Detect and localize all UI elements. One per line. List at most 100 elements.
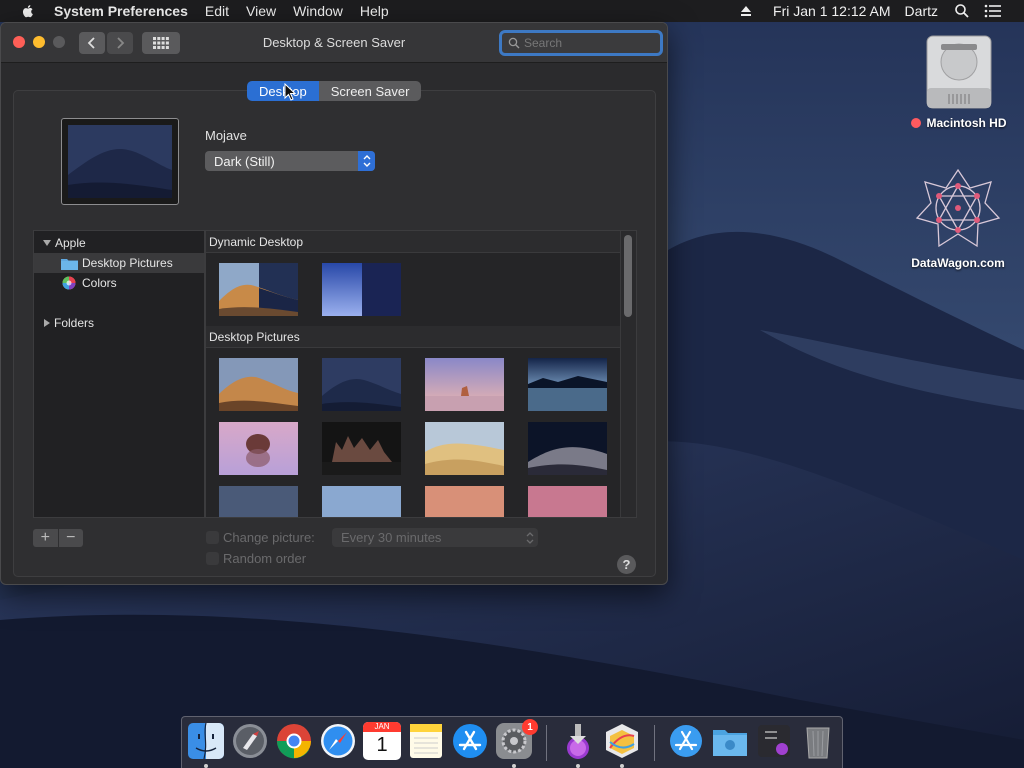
desktop-icon-macintosh-hd[interactable]: Macintosh HD bbox=[904, 32, 1014, 130]
thumbnail-partial-2[interactable] bbox=[322, 486, 401, 517]
thumbnail-rock-pink[interactable] bbox=[425, 358, 504, 411]
mojave-dark-thumbnail bbox=[68, 125, 172, 198]
change-picture-checkbox[interactable] bbox=[206, 531, 219, 544]
tab-screen-saver[interactable]: Screen Saver bbox=[318, 81, 422, 101]
calendar-month: JAN bbox=[363, 722, 401, 732]
tab-desktop[interactable]: Desktop bbox=[247, 81, 319, 101]
source-sidebar: Apple Desktop Pictures Colors Folders bbox=[33, 230, 205, 518]
thumbnail-mojave-dynamic[interactable] bbox=[219, 263, 298, 316]
menu-help[interactable]: Help bbox=[360, 3, 389, 19]
folder-icon bbox=[61, 258, 78, 270]
change-interval-select[interactable]: Every 30 minutes bbox=[332, 528, 538, 547]
desktop-icon-label: DataWagon.com bbox=[911, 256, 1005, 270]
change-interval-value: Every 30 minutes bbox=[341, 530, 442, 545]
running-indicator bbox=[620, 764, 624, 768]
running-indicator bbox=[576, 764, 580, 768]
wallpaper-preview bbox=[61, 118, 179, 205]
select-arrows-icon bbox=[358, 151, 375, 171]
thumbnail-tufa-night[interactable] bbox=[322, 422, 401, 475]
grapher-icon[interactable] bbox=[603, 722, 641, 760]
sidebar-item-colors[interactable]: Colors bbox=[34, 273, 204, 293]
menu-view[interactable]: View bbox=[246, 3, 276, 19]
picture-grid: Dynamic Desktop Desktop Pictures bbox=[205, 230, 637, 518]
random-order-label: Random order bbox=[223, 551, 307, 566]
apple-logo-icon[interactable] bbox=[20, 3, 36, 19]
spotlight-search-icon[interactable] bbox=[954, 3, 970, 19]
search-field[interactable] bbox=[499, 30, 663, 56]
thumbnail-dunes-light[interactable] bbox=[425, 422, 504, 475]
section-header-dynamic: Dynamic Desktop bbox=[206, 231, 622, 253]
search-icon bbox=[508, 37, 520, 49]
menu-user[interactable]: Dartz bbox=[905, 3, 938, 19]
running-indicator bbox=[204, 764, 208, 768]
running-indicator bbox=[512, 764, 516, 768]
select-arrows-icon bbox=[526, 532, 534, 544]
color-wheel-icon bbox=[62, 276, 76, 290]
sidebar-group-label: Folders bbox=[54, 316, 95, 330]
mouse-cursor-icon bbox=[284, 83, 296, 101]
launchpad-icon[interactable] bbox=[231, 722, 269, 760]
thumbnail-partial-1[interactable] bbox=[219, 486, 298, 517]
thumbnail-solar-gradients[interactable] bbox=[322, 263, 401, 316]
dock: JAN 1 1 bbox=[181, 716, 843, 768]
remove-folder-button[interactable]: − bbox=[59, 529, 84, 547]
section-header-desktop-pictures: Desktop Pictures bbox=[206, 326, 622, 348]
tab-bar: Desktop Screen Saver bbox=[247, 81, 422, 101]
wallpaper-mode-select[interactable]: Dark (Still) bbox=[205, 151, 375, 171]
sidebar-item-label: Desktop Pictures bbox=[82, 256, 173, 270]
app-store-icon[interactable] bbox=[451, 722, 489, 760]
disclosure-closed-icon[interactable] bbox=[43, 318, 51, 328]
sidebar-group-label: Apple bbox=[55, 236, 86, 250]
downloader-icon[interactable] bbox=[559, 722, 597, 760]
sidebar-group-folders[interactable]: Folders bbox=[34, 313, 204, 333]
hard-drive-icon bbox=[926, 35, 992, 109]
change-picture-label: Change picture: bbox=[223, 530, 315, 545]
thumbnail-coast-dusk[interactable] bbox=[528, 358, 607, 411]
wallpaper-mode-value: Dark (Still) bbox=[214, 153, 275, 169]
applications-folder-icon[interactable] bbox=[667, 722, 705, 760]
desktop-icon-label: Macintosh HD bbox=[926, 116, 1007, 130]
scrollbar-thumb[interactable] bbox=[624, 235, 632, 317]
utility-icon[interactable] bbox=[755, 722, 793, 760]
sidebar-group-apple[interactable]: Apple bbox=[34, 233, 204, 253]
dock-separator bbox=[654, 725, 655, 761]
dock-separator bbox=[546, 725, 547, 761]
thumbnail-mojave-day[interactable] bbox=[219, 358, 298, 411]
search-input[interactable] bbox=[524, 36, 654, 50]
disclosure-open-icon[interactable] bbox=[42, 239, 52, 247]
calendar-icon[interactable]: JAN 1 bbox=[363, 722, 401, 760]
help-button[interactable]: ? bbox=[617, 555, 636, 574]
thumbnail-partial-3[interactable] bbox=[425, 486, 504, 517]
random-order-checkbox[interactable] bbox=[206, 552, 219, 565]
menu-clock[interactable]: Fri Jan 1 12:12 AM bbox=[773, 3, 891, 19]
thumbnail-mojave-night[interactable] bbox=[322, 358, 401, 411]
scroll-track[interactable] bbox=[620, 231, 636, 517]
desktop-icon-datawagon[interactable]: DataWagon.com bbox=[903, 168, 1013, 270]
add-folder-button[interactable]: + bbox=[33, 529, 59, 547]
menu-app-name[interactable]: System Preferences bbox=[54, 3, 188, 19]
notes-icon[interactable] bbox=[407, 722, 445, 760]
notification-badge: 1 bbox=[522, 719, 538, 735]
system-preferences-window: Desktop & Screen Saver Desktop Screen Sa… bbox=[0, 22, 668, 585]
thumbnail-partial-4[interactable] bbox=[528, 486, 607, 517]
chrome-icon[interactable] bbox=[275, 722, 313, 760]
finder-icon[interactable] bbox=[187, 722, 225, 760]
sidebar-item-label: Colors bbox=[82, 276, 117, 290]
menu-bar: System Preferences Edit View Window Help… bbox=[0, 0, 1024, 22]
calendar-day: 1 bbox=[376, 734, 388, 756]
add-remove-buttons: + − bbox=[33, 529, 83, 547]
menu-window[interactable]: Window bbox=[293, 3, 343, 19]
notification-center-icon[interactable] bbox=[984, 4, 1002, 18]
tag-dot-icon bbox=[911, 118, 922, 128]
eject-icon[interactable] bbox=[739, 4, 753, 18]
window-titlebar[interactable]: Desktop & Screen Saver bbox=[1, 23, 667, 63]
safari-icon[interactable] bbox=[319, 722, 357, 760]
wallpaper-name: Mojave bbox=[205, 128, 247, 143]
thumbnail-dunes-dark[interactable] bbox=[528, 422, 607, 475]
sidebar-item-desktop-pictures[interactable]: Desktop Pictures bbox=[34, 253, 204, 273]
thumbnail-rock-reflection[interactable] bbox=[219, 422, 298, 475]
trash-icon[interactable] bbox=[799, 722, 837, 760]
documents-folder-icon[interactable] bbox=[711, 722, 749, 760]
datawagon-logo-icon bbox=[915, 168, 1001, 248]
menu-edit[interactable]: Edit bbox=[205, 3, 229, 19]
